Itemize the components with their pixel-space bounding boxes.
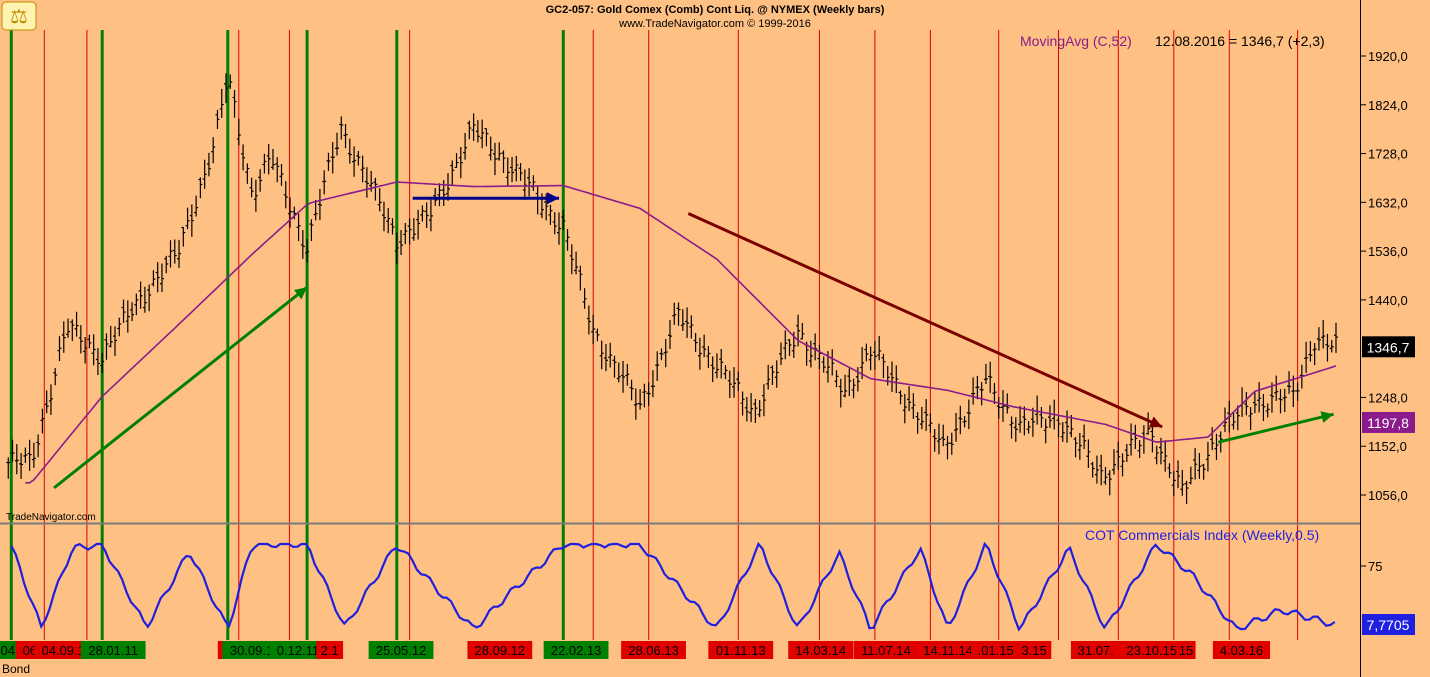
time-label: 14.03.14 [788, 641, 854, 659]
time-label: 2.1 [316, 641, 344, 659]
time-label: 01.11.13 [708, 641, 774, 659]
y-tick-label: 1824,0 [1368, 98, 1408, 113]
svg-text:4.03.16: 4.03.16 [1220, 643, 1263, 658]
time-label: 4.03.16 [1212, 641, 1271, 659]
svg-text:28.01.11: 28.01.11 [88, 643, 138, 658]
time-label: .01.15 [970, 641, 1021, 659]
svg-text:01.11.13: 01.11.13 [716, 643, 766, 658]
y-tick-label: 1056,0 [1368, 488, 1408, 503]
svg-text:3.15: 3.15 [1021, 643, 1046, 658]
cot-value-box: 7,7705 [1362, 614, 1415, 635]
y-tick-label: 1440,0 [1368, 293, 1408, 308]
cot-legend: COT Commercials Index (Weekly,0.5) [1085, 527, 1319, 543]
svg-text:14.03.14: 14.03.14 [795, 643, 846, 658]
time-label: 28.09.12 [467, 641, 533, 659]
y-tick-label: 1728,0 [1368, 147, 1408, 162]
last-price-label: 1346,7 [1367, 339, 1410, 355]
svg-text:23.10.15: 23.10.15 [1127, 643, 1178, 658]
chart-title: GC2-057: Gold Comex (Comb) Cont Liq. @ N… [546, 4, 885, 16]
scale-icon: ⚖ [10, 4, 28, 28]
cot-tick-label: 75 [1368, 559, 1382, 574]
time-label: 25.05.12 [368, 641, 434, 659]
y-tick-label: 1152,0 [1368, 439, 1407, 454]
svg-text:0.12.11: 0.12.11 [277, 643, 319, 658]
time-label: 22.02.13 [543, 641, 609, 659]
svg-text:.01.15: .01.15 [978, 643, 1014, 658]
app-logo[interactable]: ⚖ [1, 1, 37, 31]
svg-text:25.05.12: 25.05.12 [376, 643, 427, 658]
time-label: 31.07. [1070, 641, 1121, 659]
y-tick-label: 1248,0 [1368, 390, 1408, 405]
time-label: 28.01.11 [80, 641, 146, 659]
last-bar-info: 12.08.2016 = 1346,7 (+2,3) [1155, 33, 1325, 49]
svg-text:11.07.14: 11.07.14 [861, 643, 911, 658]
cot-value-label: 7,7705 [1367, 617, 1410, 633]
corner-label: Bond [2, 662, 30, 676]
y-tick-label: 1920,0 [1368, 49, 1408, 64]
svg-text:2.1: 2.1 [321, 643, 339, 658]
svg-text:28.09.12: 28.09.12 [475, 643, 526, 658]
time-label: 3.15 [1016, 641, 1052, 659]
y-tick-label: 1536,0 [1368, 244, 1408, 259]
svg-text:22.02.13: 22.02.13 [551, 643, 602, 658]
chart-subtitle: www.TradeNavigator.com © 1999-2016 [618, 18, 811, 30]
last-price-box: 1346,7 [1362, 336, 1415, 358]
ma-value-label: 1197,8 [1367, 415, 1409, 431]
time-label: 11.07.14 [853, 641, 919, 659]
svg-text:28.06.13: 28.06.13 [628, 643, 679, 658]
svg-text:15: 15 [1179, 643, 1193, 658]
svg-text:14.11.14: 14.11.14 [923, 643, 973, 658]
time-label: 14.11.14 [915, 641, 981, 659]
time-label: 23.10.15 [1119, 641, 1185, 659]
svg-text:31.07.: 31.07. [1078, 643, 1114, 658]
time-label: 15 [1176, 641, 1196, 659]
y-tick-label: 1632,0 [1368, 195, 1408, 210]
chart-background [0, 0, 1430, 677]
ma-legend: MovingAvg (C,52) [1020, 33, 1132, 49]
time-label: 28.06.13 [621, 641, 686, 659]
chart-canvas: 1920,0 1824,0 1728,0 1632,0 1536,0 1440,0 1248… [0, 0, 1430, 677]
chart-window: 1920,0 1824,0 1728,0 1632,0 1536,0 1440,0 1248… [0, 0, 1430, 677]
watermark: TradeNavigator.com [6, 512, 96, 523]
ma-value-box: 1197,8 [1362, 411, 1415, 433]
